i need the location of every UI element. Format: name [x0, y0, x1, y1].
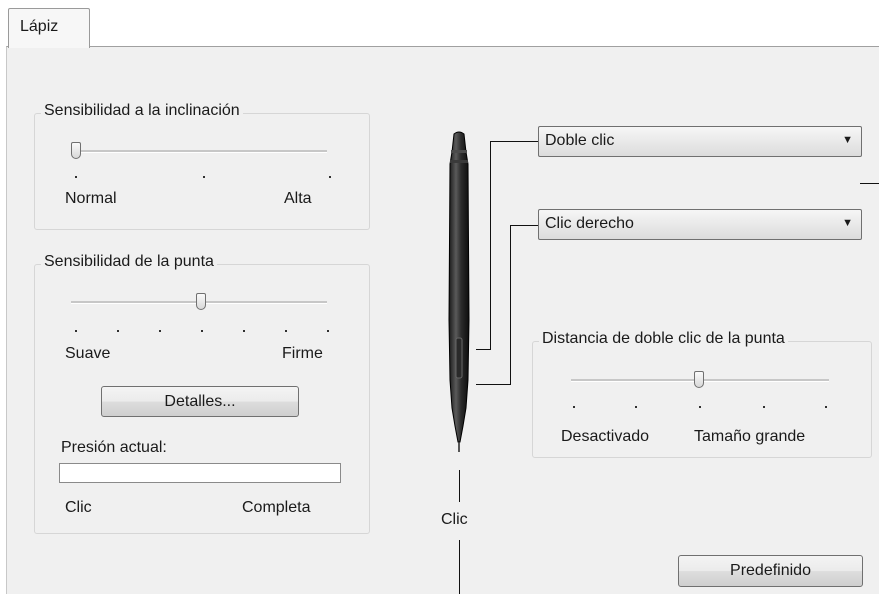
tip-tick	[159, 330, 161, 332]
current-pressure-label: Presión actual:	[61, 439, 167, 456]
details-button[interactable]: Detalles...	[101, 386, 299, 417]
tip-max-label: Firme	[282, 345, 323, 362]
tip-min-label: Suave	[65, 345, 111, 362]
tip-sensitivity-title: Sensibilidad de la punta	[41, 253, 217, 271]
pressure-min-label: Clic	[65, 499, 92, 516]
connector-lower	[510, 225, 511, 385]
pressure-max-label: Completa	[242, 499, 311, 516]
lower-side-button-value: Clic derecho	[545, 215, 634, 232]
tip-tick	[243, 330, 245, 332]
upper-side-button-select[interactable]: Doble clic ▼	[538, 126, 862, 157]
pen-side-switch-icon	[455, 337, 463, 379]
tilt-min-label: Normal	[65, 190, 117, 207]
tip-tick	[201, 330, 203, 332]
double-click-distance-group: Distancia de doble clic de la punta Desa…	[532, 330, 872, 458]
connector-upper	[490, 141, 491, 350]
tip-sensitivity-group: Sensibilidad de la punta Suave Firme Det…	[34, 253, 370, 534]
pen-tip-label: Clic	[441, 511, 468, 528]
tilt-slider-thumb[interactable]	[71, 142, 81, 159]
tip-tick	[285, 330, 287, 332]
double-click-tick	[573, 406, 575, 408]
default-button[interactable]: Predefinido	[678, 555, 863, 587]
double-click-distance-title: Distancia de doble clic de la punta	[539, 330, 788, 348]
lower-side-button-select[interactable]: Clic derecho ▼	[538, 209, 862, 240]
tilt-tick	[329, 176, 331, 178]
tip-tick	[117, 330, 119, 332]
edge-mark	[860, 183, 879, 184]
tab-lapiz[interactable]: Lápiz	[8, 8, 90, 48]
details-button-label: Detalles...	[164, 393, 236, 410]
tilt-sensitivity-title: Sensibilidad a la inclinación	[41, 102, 243, 120]
default-button-label: Predefinido	[730, 562, 811, 579]
connector-lower	[510, 225, 538, 226]
chevron-down-icon: ▼	[842, 217, 853, 229]
double-click-max-label: Tamaño grande	[694, 428, 806, 445]
connector-lower	[476, 384, 511, 385]
connector-upper	[476, 349, 491, 350]
double-click-slider-thumb[interactable]	[694, 371, 704, 388]
pen-body-icon	[448, 131, 470, 443]
connector-tip	[459, 470, 460, 502]
tip-tick	[327, 330, 329, 332]
tilt-max-label: Alta	[284, 190, 312, 207]
tilt-sensitivity-group: Sensibilidad a la inclinación Normal Alt…	[34, 102, 370, 230]
tip-tick	[75, 330, 77, 332]
tilt-tick	[203, 176, 205, 178]
tab-strip: Lápiz	[0, 0, 879, 48]
double-click-tick	[825, 406, 827, 408]
pen-illustration	[448, 131, 470, 452]
double-click-tick	[699, 406, 701, 408]
connector-upper	[490, 141, 538, 142]
tab-lapiz-label: Lápiz	[20, 18, 59, 35]
tilt-tick	[75, 176, 77, 178]
current-pressure-bar	[59, 463, 341, 483]
upper-side-button-value: Doble clic	[545, 132, 615, 149]
tip-slider-thumb[interactable]	[196, 293, 206, 310]
double-click-tick	[763, 406, 765, 408]
chevron-down-icon: ▼	[842, 134, 853, 146]
double-click-tick	[635, 406, 637, 408]
connector-tip	[459, 540, 460, 594]
tilt-slider-track[interactable]	[71, 150, 327, 153]
double-click-min-label: Desactivado	[561, 428, 650, 445]
